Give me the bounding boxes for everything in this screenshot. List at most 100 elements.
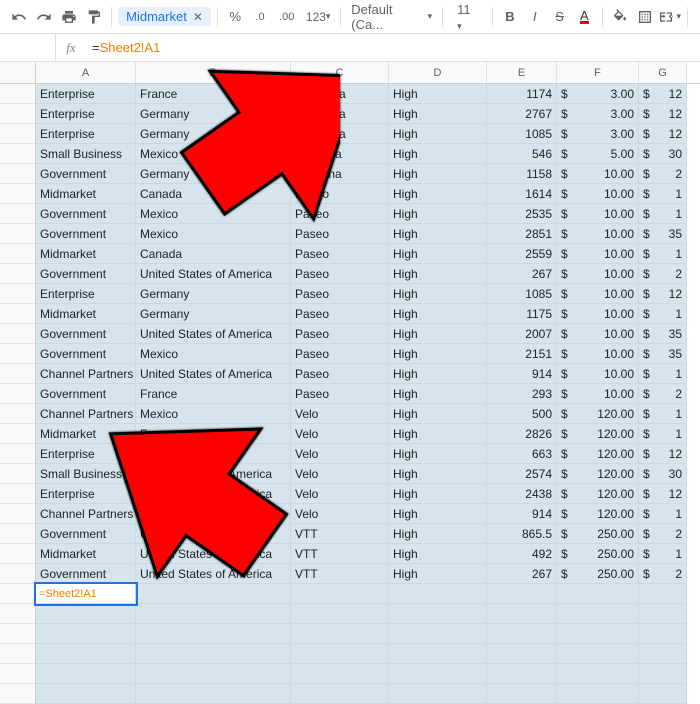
row-header[interactable] [0, 304, 36, 324]
cell[interactable] [389, 584, 487, 604]
cell[interactable] [389, 604, 487, 624]
cell[interactable]: High [389, 84, 487, 104]
row-header[interactable] [0, 464, 36, 484]
cell[interactable]: $250.00 [557, 524, 639, 544]
more-formats-button[interactable]: 123▾ [302, 5, 334, 29]
cell[interactable] [291, 584, 389, 604]
cell[interactable]: Germany [136, 104, 291, 124]
cell[interactable]: $10.00 [557, 184, 639, 204]
cell[interactable]: High [389, 484, 487, 504]
cell[interactable]: Velo [291, 404, 389, 424]
strikethrough-button[interactable]: S [548, 5, 571, 29]
cell[interactable]: United States of America [136, 564, 291, 584]
cell[interactable]: Paseo [291, 184, 389, 204]
cell[interactable]: 1174 [487, 84, 557, 104]
cell[interactable]: $2 [639, 524, 687, 544]
print-button[interactable] [58, 5, 81, 29]
cell[interactable]: $3.00 [557, 84, 639, 104]
cell[interactable]: Government [36, 204, 136, 224]
cell[interactable]: Carretera [291, 104, 389, 124]
cell[interactable]: 1614 [487, 184, 557, 204]
cell[interactable]: United States of America [136, 464, 291, 484]
cell[interactable]: 2438 [487, 484, 557, 504]
cell[interactable]: United States of America [136, 264, 291, 284]
cell[interactable] [291, 664, 389, 684]
cell[interactable]: $12 [639, 124, 687, 144]
row-header[interactable] [0, 444, 36, 464]
cell[interactable]: $120.00 [557, 504, 639, 524]
cell[interactable]: 1175 [487, 304, 557, 324]
cell[interactable]: Paseo [291, 284, 389, 304]
cell[interactable]: 914 [487, 364, 557, 384]
cell[interactable]: $10.00 [557, 344, 639, 364]
cell[interactable]: $120.00 [557, 444, 639, 464]
font-family-select[interactable]: Default (Ca...▾ [347, 2, 436, 32]
cell[interactable]: Enterprise [36, 84, 136, 104]
cell[interactable]: $12 [639, 444, 687, 464]
cell[interactable] [487, 684, 557, 704]
row-header[interactable] [0, 384, 36, 404]
cell[interactable]: $10.00 [557, 204, 639, 224]
cell[interactable]: Government [36, 344, 136, 364]
row-header[interactable] [0, 204, 36, 224]
cell[interactable]: France [136, 424, 291, 444]
cell[interactable]: High [389, 404, 487, 424]
cell[interactable] [639, 584, 687, 604]
column-header[interactable]: E [487, 62, 557, 83]
cell[interactable]: Midmarket [36, 424, 136, 444]
cell[interactable]: Montana [291, 144, 389, 164]
percent-format-button[interactable]: % [224, 5, 247, 29]
cell[interactable]: $1 [639, 204, 687, 224]
cell[interactable]: Channel Partners [36, 504, 136, 524]
cell[interactable]: High [389, 164, 487, 184]
cell[interactable]: France [136, 444, 291, 464]
cell[interactable]: Government [36, 224, 136, 244]
cell[interactable] [557, 644, 639, 664]
cell[interactable]: $2 [639, 384, 687, 404]
cell[interactable]: Enterprise [36, 284, 136, 304]
cell[interactable]: $1 [639, 364, 687, 384]
column-header[interactable]: G [639, 62, 687, 83]
cell[interactable]: $10.00 [557, 384, 639, 404]
borders-button[interactable] [634, 5, 657, 29]
cell[interactable] [639, 624, 687, 644]
cell[interactable]: Paseo [291, 384, 389, 404]
row-header[interactable] [0, 484, 36, 504]
cell[interactable] [36, 604, 136, 624]
cell[interactable] [136, 644, 291, 664]
cell[interactable]: 546 [487, 144, 557, 164]
cell[interactable]: Velo [291, 444, 389, 464]
cell[interactable]: $5.00 [557, 144, 639, 164]
cell[interactable] [639, 664, 687, 684]
cell[interactable]: $35 [639, 344, 687, 364]
cell[interactable]: Paseo [291, 224, 389, 244]
cell[interactable]: France [136, 84, 291, 104]
cell[interactable]: Germany [136, 304, 291, 324]
cell[interactable]: High [389, 384, 487, 404]
row-header[interactable] [0, 124, 36, 144]
cell[interactable]: $1 [639, 404, 687, 424]
cell[interactable]: High [389, 144, 487, 164]
paint-format-button[interactable] [82, 5, 105, 29]
cell[interactable]: $120.00 [557, 404, 639, 424]
cell[interactable]: France [136, 384, 291, 404]
row-header[interactable] [0, 584, 36, 604]
bold-button[interactable]: B [499, 5, 522, 29]
cell[interactable] [557, 664, 639, 684]
cell[interactable]: $30 [639, 464, 687, 484]
cell[interactable]: United States of America [136, 544, 291, 564]
cell[interactable]: Mexico [136, 224, 291, 244]
cell[interactable]: $30 [639, 144, 687, 164]
cell[interactable]: $10.00 [557, 304, 639, 324]
text-color-button[interactable]: A [573, 5, 596, 29]
cell[interactable] [389, 684, 487, 704]
row-header[interactable] [0, 284, 36, 304]
select-all-corner[interactable] [0, 62, 36, 83]
cell[interactable] [36, 644, 136, 664]
cell[interactable] [136, 664, 291, 684]
fill-color-button[interactable] [609, 5, 632, 29]
cell[interactable]: Midmarket [36, 544, 136, 564]
cell[interactable]: $10.00 [557, 364, 639, 384]
cell[interactable]: $3.00 [557, 124, 639, 144]
cell[interactable]: 663 [487, 444, 557, 464]
